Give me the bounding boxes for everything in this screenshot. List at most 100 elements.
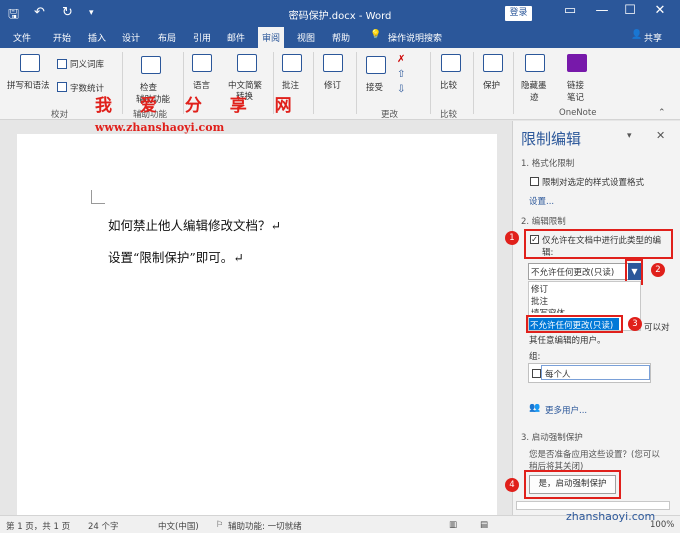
enforcement-description: 您是否准备应用这些设置？(您可以 <box>529 450 660 460</box>
group-divider <box>513 52 514 114</box>
protect-icon <box>483 54 503 72</box>
group-divider <box>313 52 314 114</box>
start-enforcing-label: 是，启动强制保护 <box>538 479 607 489</box>
linked-notes-label-2[interactable]: 笔记 <box>567 91 584 103</box>
everyone-checkbox[interactable] <box>532 369 541 378</box>
track-changes-icon <box>323 54 343 72</box>
compare-group-label: 比较 <box>440 110 458 120</box>
accessibility-icon: ⚐ <box>216 520 224 530</box>
annotation-badge-2: 2 <box>651 263 665 277</box>
edit-type-dropdown-value: 不允许任何更改(只读) <box>531 268 615 278</box>
exceptions-text: 可以对 <box>644 323 670 333</box>
document-line-1[interactable]: 如何禁止他人编辑修改文档？↵ <box>108 215 281 234</box>
hide-ink-icon <box>525 54 545 72</box>
tab-mailings[interactable]: 邮件 <box>227 31 245 44</box>
word-count[interactable]: 24 个字 <box>88 520 119 532</box>
language-button[interactable]: 语言 <box>193 79 210 91</box>
word-count-icon <box>57 82 67 92</box>
hide-ink-label-2[interactable]: 迹 <box>530 91 539 103</box>
section-1-heading: 1. 格式化限制 <box>521 159 575 169</box>
print-layout-icon[interactable]: ▤ <box>480 520 488 530</box>
chinese-conversion-icon <box>237 54 257 72</box>
changes-group-label: 更改 <box>381 110 399 120</box>
edit-restriction-checkbox[interactable]: ✓ <box>530 235 539 244</box>
language-status[interactable]: 中文(中国) <box>158 520 199 532</box>
tab-review[interactable]: 审阅 <box>258 27 285 48</box>
collapse-ribbon-icon[interactable]: ⌃ <box>658 108 666 118</box>
exceptions-text-2: 其任意编辑的用户。 <box>529 336 606 346</box>
reject-icon[interactable]: ✗ <box>397 54 405 65</box>
group-divider <box>473 52 474 114</box>
dropdown-arrow-icon[interactable]: ▼ <box>628 263 641 280</box>
previous-change-icon[interactable]: ⇧ <box>397 69 405 80</box>
tell-me-search[interactable]: 操作说明搜索 <box>388 31 442 44</box>
edit-restriction-label-2: 辑: <box>542 248 554 258</box>
tab-layout[interactable]: 布局 <box>158 31 176 44</box>
option-comments[interactable]: 批注 <box>531 295 548 307</box>
pane-scrollbar[interactable] <box>516 501 670 510</box>
start-enforcing-button[interactable]: 是，启动强制保护 <box>529 475 616 494</box>
linked-notes-button[interactable]: 链接 <box>567 79 584 91</box>
ribbon-tabs: 文件 开始 插入 设计 布局 引用 邮件 审阅 视图 帮助 💡 操作说明搜索 👤… <box>0 27 680 48</box>
section-3-heading: 3. 启动强制保护 <box>521 433 583 443</box>
watermark-url: www.zhanshaoyi.com <box>95 121 225 134</box>
read-mode-icon[interactable]: ▥ <box>449 520 457 530</box>
tab-file[interactable]: 文件 <box>13 31 31 44</box>
groups-label: 组: <box>529 352 541 362</box>
edit-restriction-label: 仅允许在文档中进行此类型的编 <box>542 236 662 246</box>
check-accessibility-icon <box>141 56 161 74</box>
hide-ink-button[interactable]: 隐藏墨 <box>521 79 547 91</box>
more-users-link[interactable]: 更多用户... <box>545 404 587 416</box>
pane-close-icon[interactable]: ✕ <box>656 129 665 142</box>
option-track-changes[interactable]: 修订 <box>531 283 548 295</box>
annotation-box-3 <box>526 315 623 333</box>
accept-button[interactable]: 接受 <box>366 81 383 93</box>
format-restriction-checkbox[interactable] <box>530 177 539 186</box>
pane-title: 限制编辑 <box>521 130 582 148</box>
maximize-icon[interactable]: ☐ <box>620 3 640 18</box>
close-icon[interactable]: ✕ <box>650 3 670 18</box>
proofing-group-label: 校对 <box>51 110 69 120</box>
login-button[interactable]: 登录 <box>505 6 532 21</box>
pane-options-icon[interactable]: ▾ <box>627 131 632 141</box>
tab-view[interactable]: 视图 <box>297 31 315 44</box>
compare-button[interactable]: 比较 <box>440 79 457 91</box>
ribbon-display-icon[interactable]: ▭ <box>560 3 580 18</box>
tab-home[interactable]: 开始 <box>53 31 71 44</box>
lightbulb-icon: 💡 <box>370 30 382 40</box>
accept-icon <box>366 56 386 74</box>
protect-button[interactable]: 保护 <box>483 79 500 91</box>
tab-insert[interactable]: 插入 <box>88 31 106 44</box>
everyone-label: 每个人 <box>545 370 571 380</box>
title-bar: 🖫 ↶ ↻ ▾ 密码保护.docx - Word 登录 ▭ — ☐ ✕ <box>0 0 680 27</box>
language-icon <box>192 54 212 72</box>
section-2-heading: 2. 编辑限制 <box>521 217 566 227</box>
thesaurus-button[interactable]: 同义词库 <box>70 58 104 70</box>
next-change-icon[interactable]: ⇩ <box>397 84 405 95</box>
annotation-badge-4: 4 <box>505 478 519 492</box>
page-count[interactable]: 第 1 页，共 1 页 <box>6 520 70 532</box>
document-page[interactable] <box>17 134 497 515</box>
document-line-2[interactable]: 设置“限制保护”即可。↵ <box>108 247 244 266</box>
watermark-bottom: zhanshaoyi.com <box>566 510 656 523</box>
share-button[interactable]: 共享 <box>644 31 662 44</box>
onenote-icon <box>567 54 587 72</box>
user-icon: 👤 <box>631 30 643 40</box>
tab-help[interactable]: 帮助 <box>332 31 350 44</box>
minimize-icon[interactable]: — <box>592 3 612 18</box>
spelling-button[interactable]: 拼写和语法 <box>7 79 50 91</box>
track-changes-button[interactable]: 修订 <box>324 79 341 91</box>
thesaurus-icon <box>57 59 67 69</box>
margin-corner-marker <box>91 190 105 204</box>
onenote-group-label: OneNote <box>559 108 597 118</box>
tab-references[interactable]: 引用 <box>193 31 211 44</box>
group-divider <box>356 52 357 114</box>
watermark-site-name: 我 爱 分 享 网 <box>95 96 303 116</box>
accessibility-status[interactable]: 辅助功能: 一切就绪 <box>228 520 302 532</box>
compare-icon <box>441 54 461 72</box>
comments-button[interactable]: 批注 <box>282 79 299 91</box>
option-filling-forms[interactable]: 填写窗体 <box>531 307 565 313</box>
settings-link[interactable]: 设置... <box>529 195 554 207</box>
tab-design[interactable]: 设计 <box>122 31 140 44</box>
annotation-badge-3: 3 <box>628 317 642 331</box>
